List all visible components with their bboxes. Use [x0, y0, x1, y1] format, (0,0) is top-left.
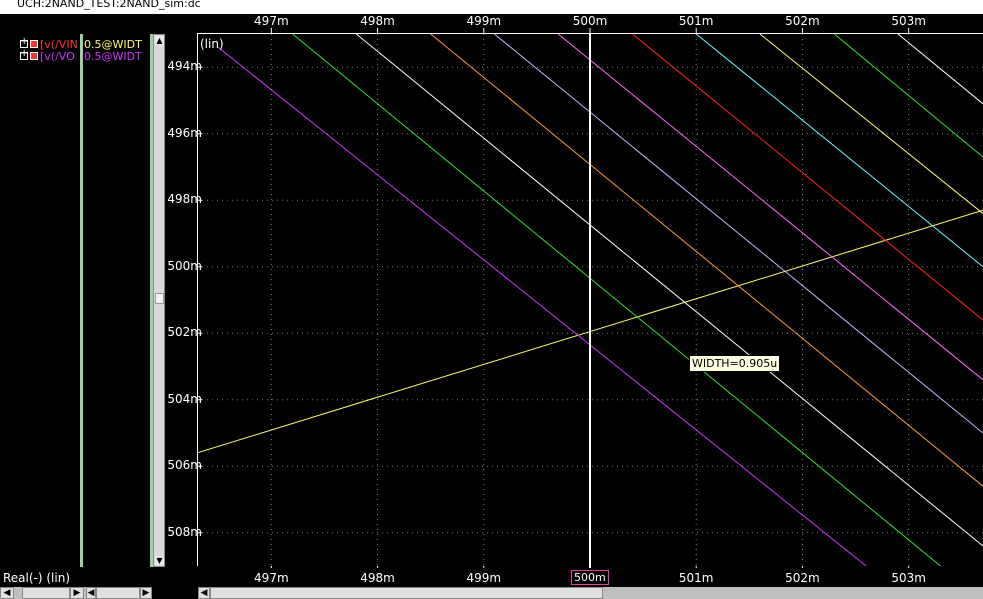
waveform-trace: [632, 34, 983, 321]
scroll-left-arrow-2[interactable]: ◀: [86, 587, 96, 599]
x-tick-label: 499m: [466, 571, 502, 585]
cursor-value: 500m: [574, 571, 606, 584]
scrollbar-segment-2[interactable]: [96, 587, 140, 599]
x-tick-label: 497m: [254, 571, 289, 585]
plot-scroll-left-arrow[interactable]: ◀: [198, 587, 210, 599]
scroll-left-arrow[interactable]: ◀: [0, 587, 14, 599]
cursor-tooltip: WIDTH=0.905u: [689, 355, 781, 372]
waveform-trace: [897, 34, 983, 105]
y-tick-label: 500m: [167, 258, 202, 273]
x-tick-label: 502m: [785, 571, 820, 585]
scrollbar-track-dark: [152, 587, 198, 599]
waveform-trace: [356, 34, 983, 547]
x-tick-label: 498m: [360, 571, 395, 585]
x-tick-label: 503m: [891, 571, 926, 585]
waveform-trace: [557, 34, 983, 381]
waveform-trace: [292, 34, 941, 566]
y-tick-label: 506m: [167, 458, 202, 473]
y-tick-label: 494m: [167, 59, 202, 74]
y-tick-label: 504m: [167, 391, 202, 406]
scrollbar-segment[interactable]: [22, 587, 70, 599]
waveform-trace: [833, 34, 983, 158]
waveform-trace: [430, 34, 983, 487]
scroll-right-arrow-2[interactable]: ▶: [140, 587, 152, 599]
y-tick-label: 508m: [167, 524, 202, 539]
waveform-trace: [759, 34, 983, 214]
y-tick-label: 502m: [167, 325, 202, 340]
x-tick-label: 501m: [678, 571, 714, 585]
waveform-plot: [197, 28, 983, 571]
y-tick-label: 498m: [167, 192, 202, 207]
y-scale-label: (lin): [200, 37, 224, 51]
cursor-value-box[interactable]: 500m: [571, 570, 609, 585]
y-tick-label: 496m: [167, 125, 202, 140]
plot-scrollbar-thumb[interactable]: [210, 587, 603, 599]
scroll-right-arrow[interactable]: ▶: [70, 587, 84, 599]
status-text: Real(-) (lin): [3, 571, 71, 585]
waveform-trace: [494, 34, 983, 434]
